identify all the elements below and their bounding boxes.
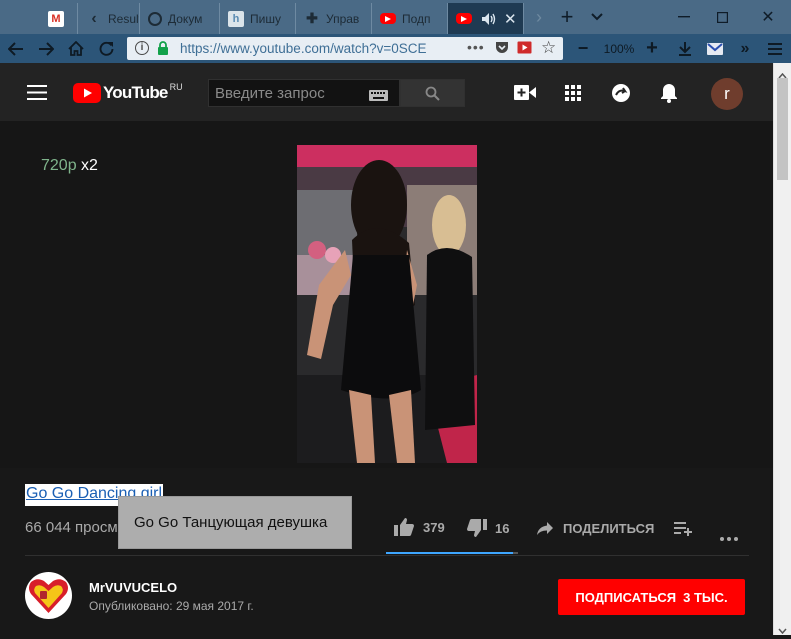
- subscribe-label: ПОДПИСАТЬСЯ: [575, 589, 677, 605]
- tab-label: Пишу: [250, 11, 281, 26]
- info-icon[interactable]: i: [135, 41, 149, 55]
- view-count: 66 044 просм: [25, 519, 118, 536]
- playback-overlay: 720p x2: [41, 157, 98, 175]
- minimize-icon[interactable]: [670, 3, 698, 31]
- more-actions-icon[interactable]: •••: [467, 39, 485, 55]
- subscribe-button[interactable]: ПОДПИСАТЬСЯ 3 ТЫС.: [558, 579, 745, 615]
- search-button[interactable]: [400, 79, 465, 107]
- thumbs-up-icon: [394, 518, 414, 536]
- tab-habr[interactable]: h Пишу: [220, 3, 296, 34]
- tab-docs[interactable]: Докум: [140, 3, 220, 34]
- chevron-down-icon[interactable]: [586, 3, 608, 31]
- apps-grid-icon[interactable]: [565, 85, 581, 106]
- close-window-icon[interactable]: ✕: [754, 3, 782, 31]
- logo-text: YouTube: [103, 83, 168, 102]
- share-label: ПОДЕЛИТЬСЯ: [563, 521, 655, 536]
- zoom-in-icon[interactable]: +: [642, 34, 662, 63]
- youtube-logo-icon: [73, 83, 101, 103]
- like-button[interactable]: 379: [394, 518, 445, 536]
- mail-extension-icon[interactable]: [704, 34, 726, 63]
- tab-label: Подп: [402, 11, 431, 26]
- quality-label: 720p: [41, 157, 77, 174]
- habr-icon: h: [228, 10, 244, 27]
- tab-youtube-active[interactable]: ✕: [448, 3, 524, 34]
- tab-extensions[interactable]: ✚ Управ: [296, 3, 372, 34]
- home-icon[interactable]: [64, 34, 88, 63]
- page-scrollbar[interactable]: [773, 63, 791, 635]
- dislike-count: 16: [495, 520, 510, 536]
- speed-label: x2: [81, 157, 98, 174]
- back-icon: ‹: [91, 9, 97, 27]
- tab-label: Докум: [168, 11, 203, 26]
- dislike-button[interactable]: 16: [467, 519, 509, 537]
- share-icon: [537, 522, 553, 535]
- navigation-bar: i https://www.youtube.com/watch?v=0SCE •…: [0, 34, 791, 63]
- star-icon[interactable]: ☆: [541, 38, 556, 58]
- reload-icon[interactable]: [94, 34, 118, 63]
- search-placeholder: Введите запрос: [215, 85, 325, 102]
- tabs-scroll-right-icon[interactable]: ›: [528, 3, 550, 31]
- video-frame[interactable]: [297, 145, 477, 463]
- heart-flag-icon: [29, 579, 68, 613]
- like-count: 379: [423, 519, 445, 535]
- title-tooltip: Go Go Танцующая девушка: [118, 496, 352, 549]
- url-bar[interactable]: i https://www.youtube.com/watch?v=0SCE •…: [127, 37, 563, 60]
- guide-menu-icon[interactable]: [27, 85, 47, 105]
- gmail-icon: M: [48, 10, 64, 27]
- back-arrow-icon[interactable]: [4, 34, 28, 63]
- search-input[interactable]: Введите запрос: [208, 79, 400, 107]
- scroll-down-icon[interactable]: [778, 621, 787, 639]
- zoom-out-icon[interactable]: −: [573, 34, 593, 63]
- docs-icon: [148, 11, 162, 26]
- avatar-letter: r: [724, 84, 730, 103]
- tab-label: Управ: [326, 11, 360, 26]
- browser-tab-bar: M ‹ Result Докум h Пишу ✚ Управ Подп ✕ ›…: [0, 0, 791, 34]
- publish-date: Опубликовано: 29 мая 2017 г.: [89, 599, 254, 613]
- scroll-thumb[interactable]: [777, 78, 788, 180]
- thumbs-down-icon: [467, 519, 487, 537]
- add-to-playlist-icon[interactable]: [674, 522, 693, 541]
- share-button[interactable]: ПОДЕЛИТЬСЯ: [537, 521, 654, 536]
- overflow-menu-icon[interactable]: »: [734, 34, 756, 63]
- tooltip-text: Go Go Танцующая девушка: [134, 514, 328, 531]
- zoom-level[interactable]: 100%: [600, 34, 638, 63]
- youtube-logo[interactable]: YouTube RU: [73, 82, 183, 104]
- more-options-icon[interactable]: [720, 528, 738, 546]
- pocket-icon[interactable]: [495, 41, 509, 57]
- tab-youtube-subs[interactable]: Подп: [372, 3, 448, 34]
- url-text[interactable]: https://www.youtube.com/watch?v=0SCE: [180, 41, 465, 56]
- channel-name[interactable]: MrVUVUCELO: [89, 580, 177, 595]
- divider: [25, 555, 749, 556]
- youtube-header: YouTube RU Введите запрос r: [0, 63, 773, 121]
- lock-icon[interactable]: [157, 41, 169, 58]
- messages-icon[interactable]: [611, 83, 631, 108]
- youtube-icon: [380, 13, 396, 24]
- sentiment-bar: [386, 552, 518, 554]
- forward-arrow-icon[interactable]: [34, 34, 58, 63]
- keyboard-icon[interactable]: [369, 88, 388, 105]
- tab-label: Result: [108, 11, 139, 26]
- logo-region: RU: [169, 82, 183, 92]
- download-icon[interactable]: [674, 34, 696, 63]
- create-video-icon[interactable]: [514, 85, 536, 105]
- speaker-icon[interactable]: [482, 12, 496, 25]
- youtube-icon: [456, 13, 472, 24]
- close-tab-icon[interactable]: ✕: [504, 10, 517, 28]
- search-icon: [425, 86, 440, 101]
- channel-avatar[interactable]: [25, 572, 72, 619]
- video-player[interactable]: 720p x2: [0, 121, 773, 468]
- puzzle-icon: ✚: [306, 10, 318, 26]
- tab-gmail[interactable]: M: [40, 3, 78, 34]
- maximize-icon[interactable]: [708, 3, 736, 31]
- subscriber-count: 3 ТЫС.: [683, 589, 728, 605]
- new-tab-icon[interactable]: +: [556, 3, 578, 31]
- media-icon[interactable]: [517, 41, 532, 57]
- notifications-bell-icon[interactable]: [660, 83, 678, 108]
- sentiment-bar-likes: [386, 552, 513, 554]
- tab-result[interactable]: ‹ Result: [78, 3, 140, 34]
- hamburger-menu-icon[interactable]: [764, 34, 786, 63]
- avatar[interactable]: r: [711, 78, 743, 110]
